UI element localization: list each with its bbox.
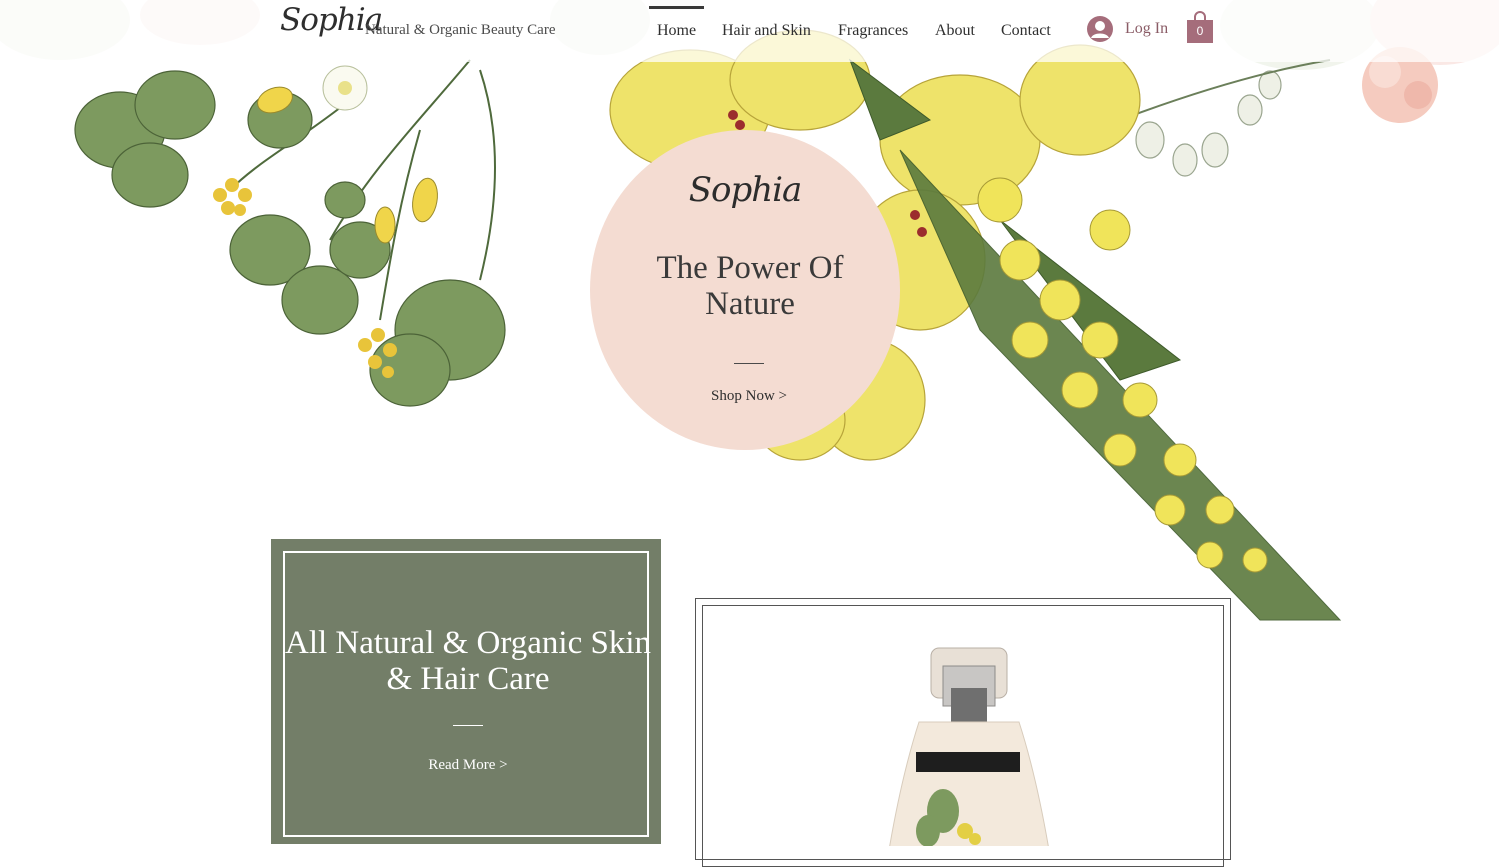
nav-item-contact[interactable]: Contact [1001,22,1051,40]
promo-card: All Natural & Organic Skin & Hair Care R… [271,539,661,844]
site-header: Sophia Natural & Organic Beauty Care Hom… [0,0,1499,62]
promo-divider [453,725,483,726]
cart-count-badge: 0 [1196,24,1204,38]
nav-item-hair-and-skin[interactable]: Hair and Skin [722,22,811,40]
user-avatar-icon[interactable] [1086,14,1114,44]
hero-badge: Sophia The Power Of Nature Shop Now > [590,130,900,450]
cart-button[interactable]: 0 [1186,10,1214,44]
promo-title: All Natural & Organic Skin & Hair Care [285,625,651,697]
nav-item-fragrances[interactable]: Fragrances [838,22,908,40]
product-frame [695,598,1231,867]
nav-item-home[interactable]: Home [657,22,696,40]
read-more-link[interactable]: Read More > [285,757,651,774]
hero-logo: Sophia [688,170,803,210]
nav-active-indicator [649,6,704,9]
site-tagline: Natural & Organic Beauty Care [365,22,556,38]
login-button[interactable]: Log In [1125,20,1168,38]
product-frame-inner [702,605,1224,867]
spray-bottle-product-image[interactable] [703,606,1223,857]
promo-card-border: All Natural & Organic Skin & Hair Care R… [283,551,651,837]
hero-title: The Power Of Nature [656,250,844,322]
shop-now-link[interactable]: Shop Now > [590,388,908,405]
hero-divider [734,363,764,364]
nav-item-about[interactable]: About [935,22,975,40]
